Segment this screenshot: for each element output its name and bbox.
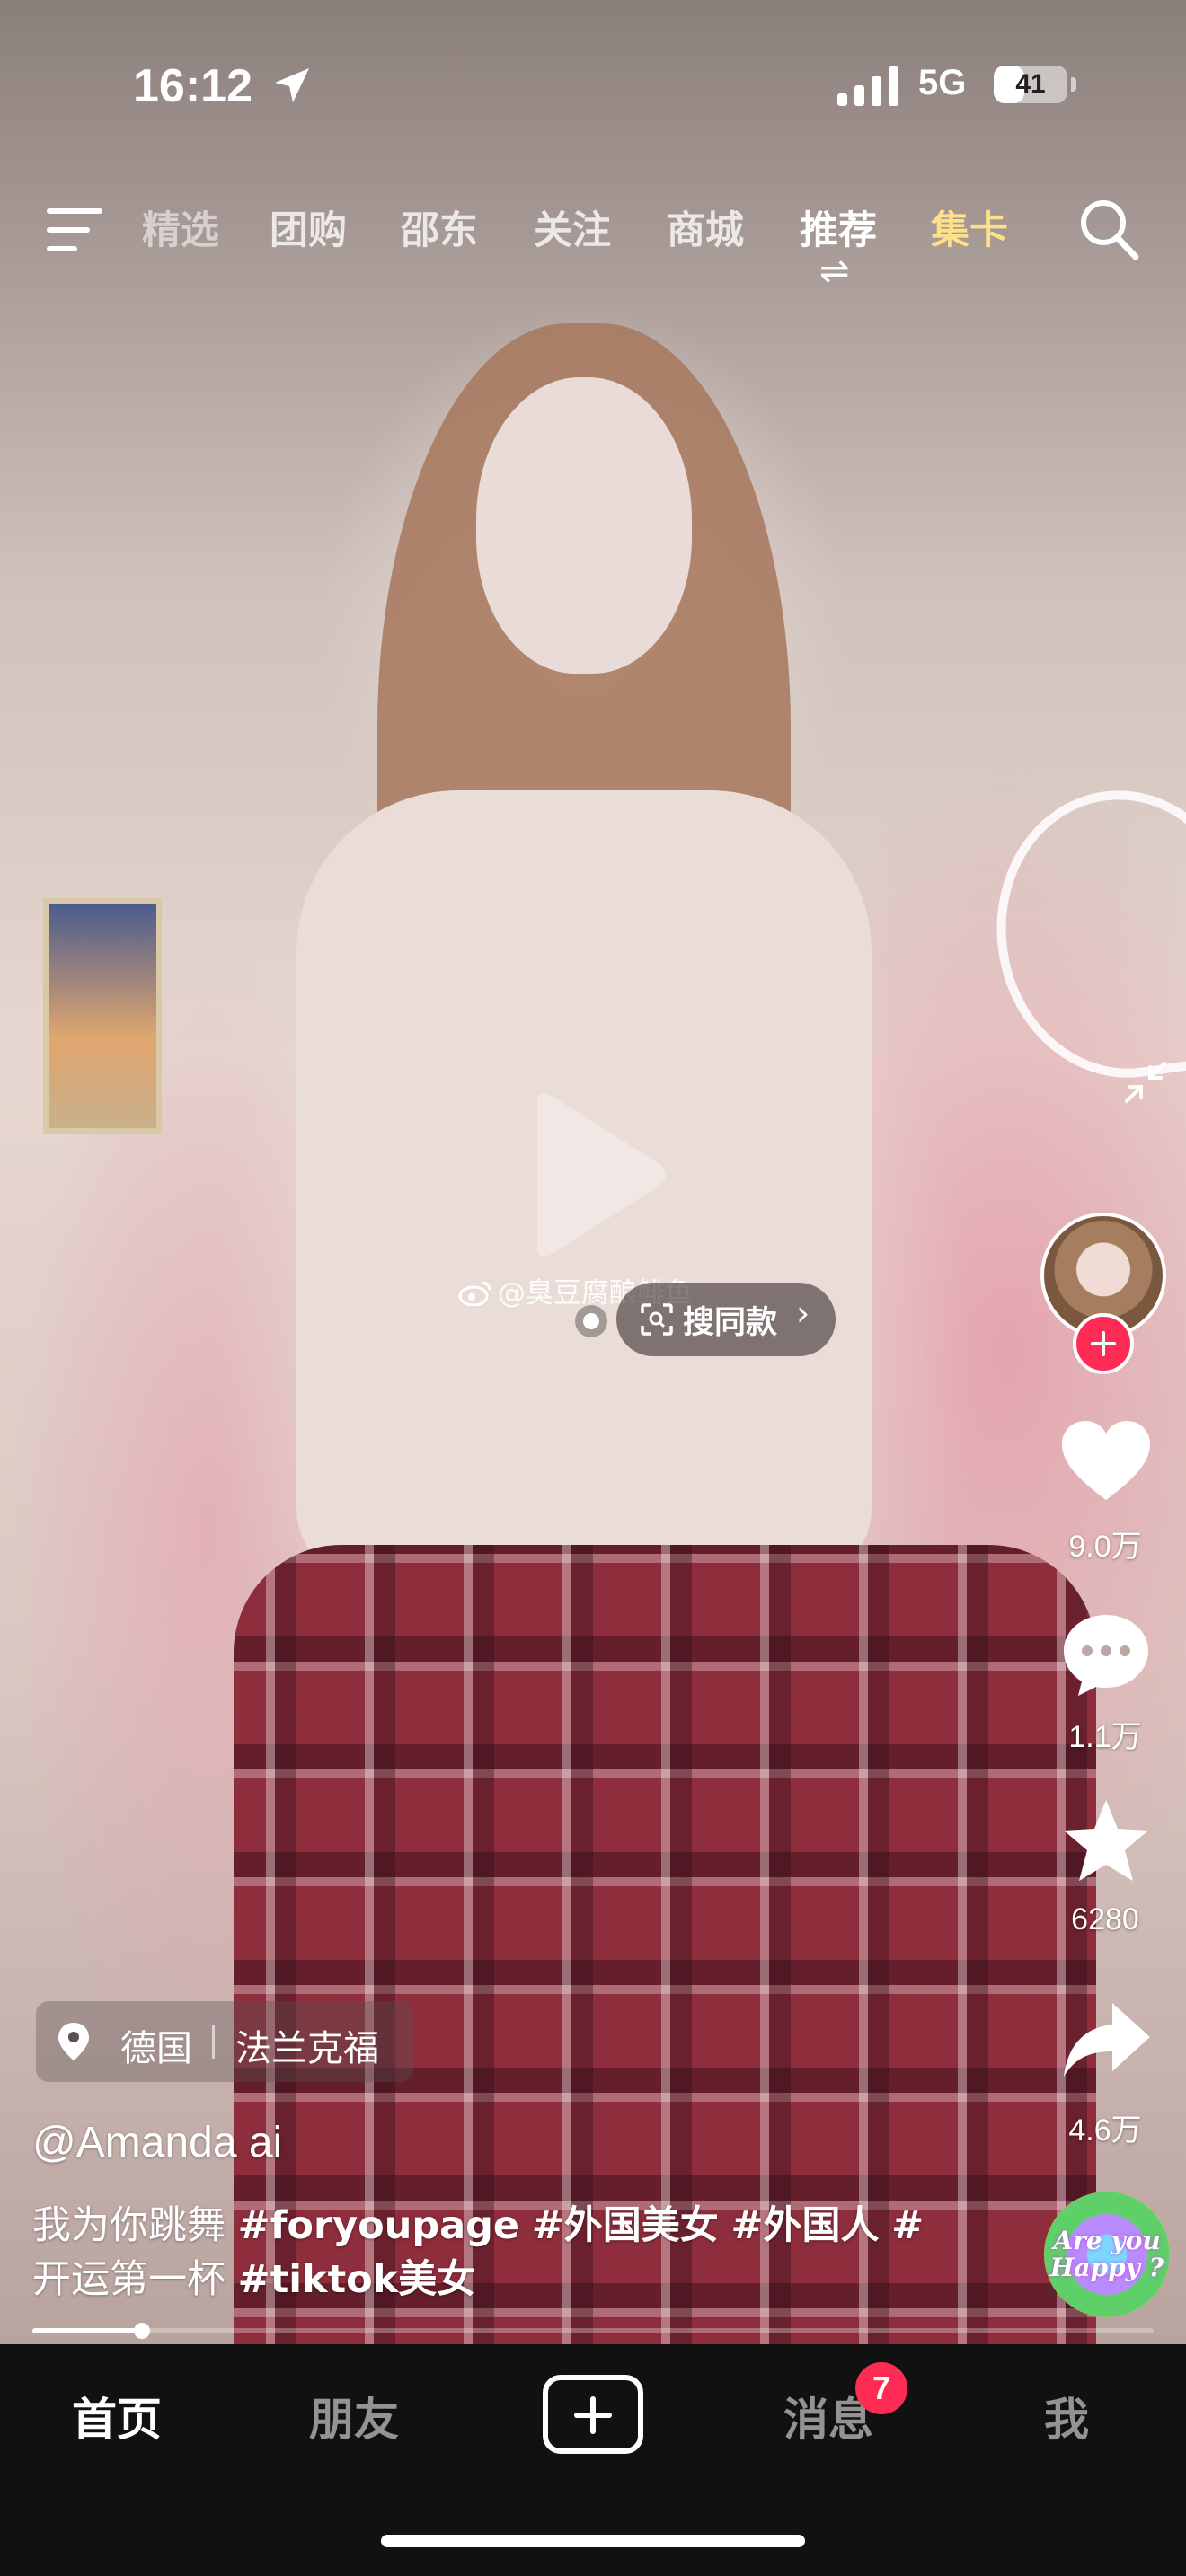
switch-icon[interactable]: ⇌ xyxy=(819,253,850,289)
search-same-dot xyxy=(575,1305,607,1337)
favorite-count: 6280 xyxy=(1071,1902,1139,1936)
location-arrow-icon xyxy=(275,68,309,102)
bottom-tab-friends[interactable]: 朋友 xyxy=(309,2384,399,2448)
tab-shangcheng[interactable]: 商城 xyxy=(667,199,744,255)
tab-jingxuan[interactable]: 精选 xyxy=(142,199,219,255)
wall-poster xyxy=(43,898,162,1134)
dancer-face xyxy=(476,377,692,674)
star-icon[interactable] xyxy=(1057,1796,1155,1886)
hashtag[interactable]: #外国美女 xyxy=(532,2203,719,2248)
menu-icon[interactable] xyxy=(47,205,106,255)
heart-frame-decor xyxy=(978,774,1186,1094)
douyin-feed-screen: 16:12 5G 41 精选 团购 邵东 关注 商城 推荐 集卡 ⇌ @臭豆腐酿… xyxy=(0,0,1186,2576)
hashtag[interactable]: #foryoupage xyxy=(238,2203,519,2248)
music-disc[interactable]: Are you Happy ? xyxy=(1044,2192,1170,2317)
bottom-tab-home[interactable]: 首页 xyxy=(72,2384,162,2448)
cellular-signal-icon xyxy=(837,66,898,106)
music-disc-text: Are you Happy ? xyxy=(1049,2226,1164,2282)
share-count: 4.6万 xyxy=(1068,2113,1142,2148)
location-divider xyxy=(212,2025,215,2059)
chevron-right-icon: › xyxy=(796,1293,810,1333)
create-post-button[interactable] xyxy=(543,2375,643,2454)
hashtag[interactable]: #tiktok美女 xyxy=(238,2257,476,2302)
heart-icon[interactable] xyxy=(1057,1417,1155,1507)
weibo-icon xyxy=(458,1281,491,1306)
messages-badge: 7 xyxy=(855,2362,907,2414)
location-city: 法兰克福 xyxy=(235,2028,379,2069)
share-icon[interactable] xyxy=(1057,1996,1155,2086)
author-name[interactable]: @Amanda ai xyxy=(32,2118,282,2167)
search-same-label: 搜同款 xyxy=(683,1305,778,1341)
status-time: 16:12 xyxy=(133,60,252,112)
scan-icon xyxy=(641,1303,673,1336)
tab-tuangou[interactable]: 团购 xyxy=(270,199,347,255)
battery-icon: 41 xyxy=(994,66,1067,103)
follow-plus-button[interactable] xyxy=(1073,1313,1134,1374)
location-tag[interactable]: 德国 法兰克福 xyxy=(36,2001,413,2082)
video-progress-fill xyxy=(32,2328,143,2333)
bottom-tab-me[interactable]: 我 xyxy=(1044,2384,1089,2448)
tab-shaodong[interactable]: 邵东 xyxy=(401,199,478,255)
caption-text-2: 开运第一杯 xyxy=(32,2257,226,2302)
search-same-button[interactable]: 搜同款 › xyxy=(616,1283,836,1356)
tab-tuijian[interactable]: 推荐 xyxy=(800,199,877,255)
network-type: 5G xyxy=(918,63,967,102)
tab-guanzhu[interactable]: 关注 xyxy=(534,199,611,255)
clear-screen-icon[interactable] xyxy=(1121,1058,1170,1107)
status-bar: 16:12 5G 41 xyxy=(0,0,1186,171)
like-count: 9.0万 xyxy=(1068,1530,1142,1564)
video-progress-bar[interactable] xyxy=(32,2323,1154,2339)
battery-level: 41 xyxy=(1015,69,1046,99)
video-caption: 我为你跳舞 #foryoupage #外国美女 #外国人 # 开运第一杯 #ti… xyxy=(32,2199,931,2307)
location-country: 德国 xyxy=(120,2028,192,2069)
comment-count: 1.1万 xyxy=(1068,1720,1142,1754)
hashtag[interactable]: #外国人 xyxy=(730,2203,879,2248)
home-indicator xyxy=(381,2535,805,2547)
hashtag[interactable]: # xyxy=(891,2203,924,2248)
play-icon[interactable] xyxy=(519,1085,672,1265)
comment-icon[interactable] xyxy=(1057,1610,1155,1699)
location-pin-icon xyxy=(58,2023,89,2060)
tab-jika[interactable]: 集卡 xyxy=(931,199,1008,255)
battery-cap xyxy=(1071,77,1076,92)
caption-text: 我为你跳舞 xyxy=(32,2203,226,2248)
search-icon[interactable] xyxy=(1078,198,1139,260)
